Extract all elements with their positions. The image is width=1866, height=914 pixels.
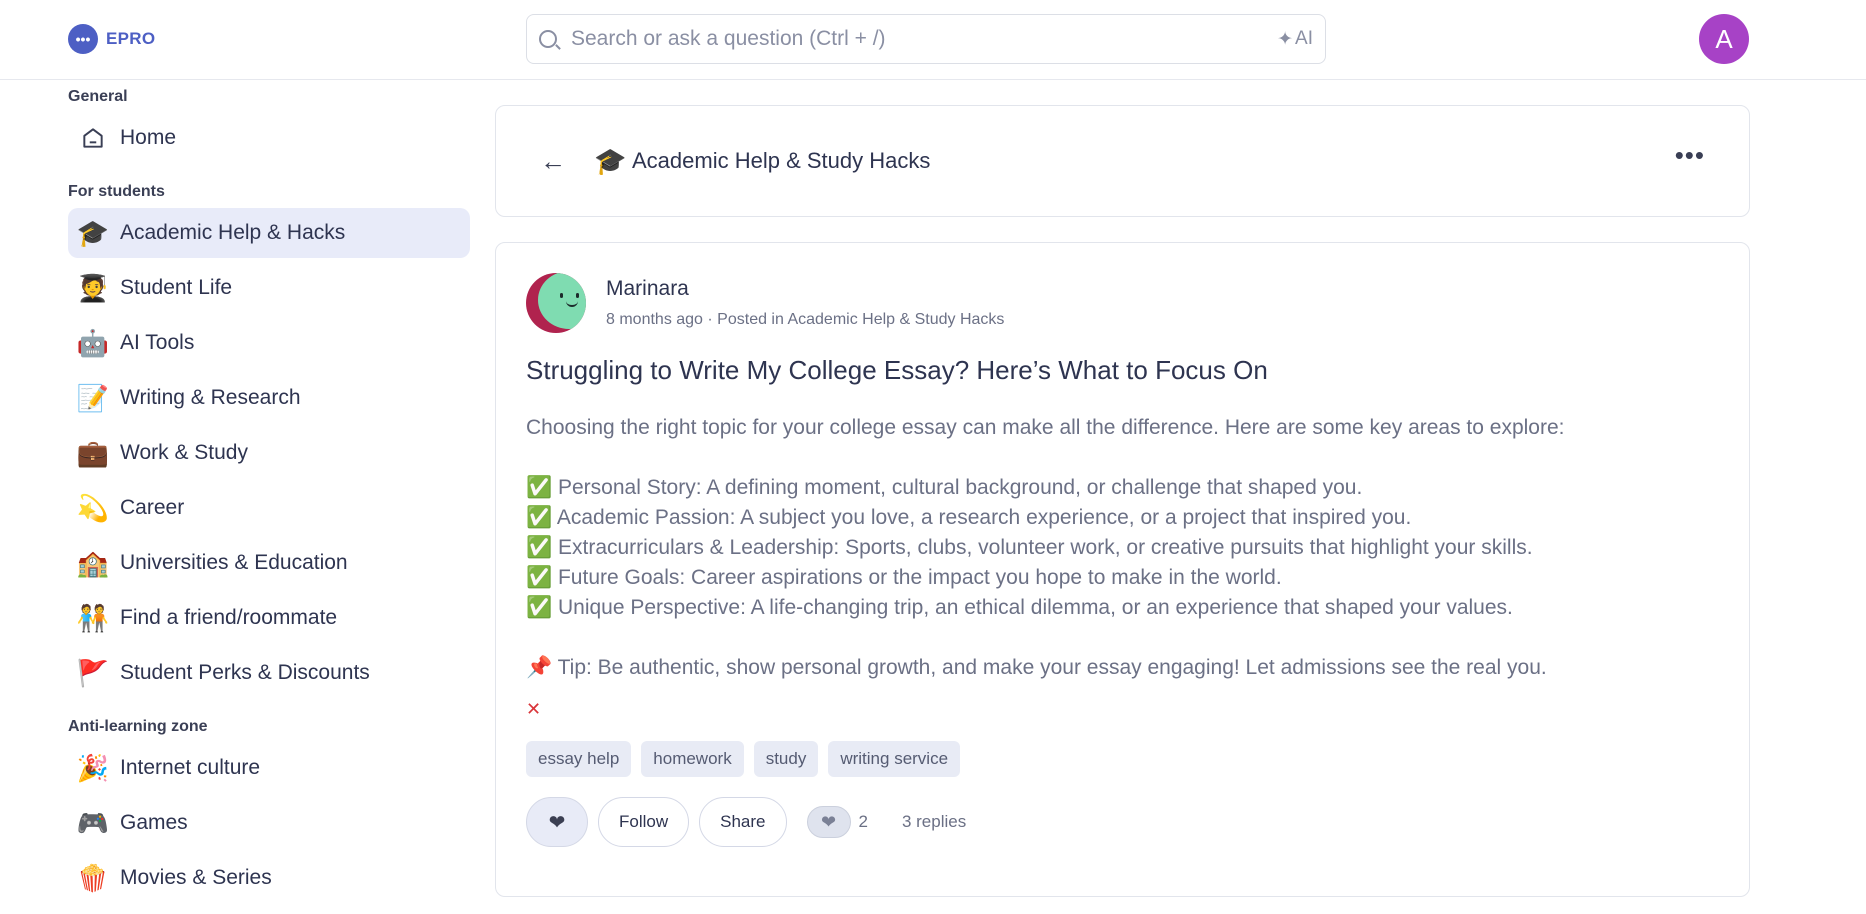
tag-writing-service[interactable]: writing service bbox=[828, 741, 961, 777]
reaction-summary[interactable]: ❤ 2 bbox=[806, 806, 868, 838]
graduation-cap-icon: 🎓 bbox=[76, 218, 110, 248]
sidebar-item-label: Career bbox=[120, 496, 185, 519]
section-title-for-students: For students bbox=[68, 183, 165, 200]
close-icon[interactable]: ✕ bbox=[526, 699, 541, 720]
chat-bubble-icon: ••• bbox=[68, 24, 98, 54]
sidebar-item-academic-help[interactable]: 🎓 Academic Help & Hacks bbox=[68, 208, 470, 258]
tag-homework[interactable]: homework bbox=[641, 741, 744, 777]
sidebar-item-perks-discounts[interactable]: 🚩 Student Perks & Discounts bbox=[68, 648, 470, 698]
post-body: Choosing the right topic for your colleg… bbox=[526, 413, 1716, 683]
back-arrow-icon[interactable]: ← bbox=[540, 146, 566, 177]
party-popper-icon: 🎉 bbox=[76, 753, 110, 783]
ai-label: AI bbox=[1295, 28, 1313, 49]
post-point: ✅ Academic Passion: A subject you love, … bbox=[526, 506, 1412, 529]
post-intro: Choosing the right topic for your colleg… bbox=[526, 416, 1565, 439]
post-point: ✅ Extracurriculars & Leadership: Sports,… bbox=[526, 536, 1533, 559]
post-tip: 📌 Tip: Be authentic, show personal growt… bbox=[526, 656, 1547, 679]
sidebar-item-internet-culture[interactable]: 🎉 Internet culture bbox=[68, 743, 470, 793]
sidebar-item-label: Home bbox=[120, 126, 177, 149]
post-title: Struggling to Write My College Essay? He… bbox=[526, 355, 1268, 385]
replies-count[interactable]: 3 replies bbox=[902, 812, 966, 832]
sidebar-item-movies-series[interactable]: 🍿 Movies & Series bbox=[68, 853, 470, 903]
app-name: EPRO bbox=[106, 29, 156, 48]
avatar-eye bbox=[576, 293, 579, 298]
sidebar-item-student-life[interactable]: 🧑‍🎓 Student Life bbox=[68, 263, 470, 313]
post-card: Marinara 8 months ago · Posted in Academ… bbox=[495, 242, 1750, 897]
follow-button[interactable]: Follow bbox=[598, 797, 690, 847]
like-count: 2 bbox=[858, 812, 868, 831]
search-bar[interactable]: ✦ AI bbox=[526, 14, 1326, 64]
robot-icon: 🤖 bbox=[76, 328, 110, 358]
search-input[interactable] bbox=[571, 27, 1278, 51]
sidebar-item-label: Games bbox=[120, 811, 188, 834]
sidebar-item-label: Student Perks & Discounts bbox=[120, 661, 370, 684]
sidebar-item-label: Movies & Series bbox=[120, 866, 272, 889]
top-bar: ••• EPRO ✦ AI A bbox=[0, 0, 1866, 80]
heart-icon: ❤ bbox=[806, 806, 851, 838]
post-point: ✅ Future Goals: Career aspirations or th… bbox=[526, 566, 1282, 589]
sidebar-item-writing-research[interactable]: 📝 Writing & Research bbox=[68, 373, 470, 423]
sidebar-item-label: Internet culture bbox=[120, 756, 261, 779]
sidebar-item-home[interactable]: Home bbox=[68, 113, 470, 163]
sidebar-item-label: Work & Study bbox=[120, 441, 248, 464]
sidebar-item-label: Universities & Education bbox=[120, 551, 348, 574]
ai-button[interactable]: ✦ AI bbox=[1277, 28, 1313, 51]
popcorn-icon: 🍿 bbox=[76, 863, 110, 893]
post-point: ✅ Unique Perspective: A life-changing tr… bbox=[526, 596, 1513, 619]
sparkle-icon: ✦ bbox=[1277, 28, 1294, 50]
like-button[interactable]: ❤ bbox=[526, 797, 588, 847]
sidebar-item-games[interactable]: 🎮 Games bbox=[68, 798, 470, 848]
sidebar-item-label: AI Tools bbox=[120, 331, 195, 354]
memo-icon: 📝 bbox=[76, 383, 110, 413]
section-title-anti-learning: Anti-learning zone bbox=[68, 718, 208, 735]
author-avatar[interactable] bbox=[526, 273, 586, 333]
red-flag-icon: 🚩 bbox=[76, 658, 110, 688]
post-point: ✅ Personal Story: A defining moment, cul… bbox=[526, 476, 1363, 499]
home-icon bbox=[76, 125, 110, 151]
share-button[interactable]: Share bbox=[699, 797, 787, 847]
user-avatar[interactable]: A bbox=[1699, 14, 1749, 64]
sidebar-item-label: Student Life bbox=[120, 276, 233, 299]
avatar-eye bbox=[560, 293, 563, 298]
people-holding-hands-icon: 🧑‍🤝‍🧑 bbox=[76, 603, 110, 633]
sidebar-item-ai-tools[interactable]: 🤖 AI Tools bbox=[68, 318, 470, 368]
channel-header: ← 🎓 Academic Help & Study Hacks ••• bbox=[495, 105, 1750, 217]
sidebar: General Home For students 🎓 Academic Hel… bbox=[68, 80, 470, 908]
channel-title: Academic Help & Study Hacks bbox=[632, 148, 931, 173]
post-actions: ❤ Follow Share ❤ 2 3 replies bbox=[526, 797, 966, 847]
game-controller-icon: 🎮 bbox=[76, 808, 110, 838]
tag-study[interactable]: study bbox=[753, 741, 819, 777]
heart-icon: ❤ bbox=[548, 811, 566, 834]
tag-essay-help[interactable]: essay help bbox=[526, 741, 632, 777]
sidebar-item-career[interactable]: 💫 Career bbox=[68, 483, 470, 533]
sidebar-item-work-study[interactable]: 💼 Work & Study bbox=[68, 428, 470, 478]
briefcase-icon: 💼 bbox=[76, 438, 110, 468]
tag-list: essay help homework study writing servic… bbox=[526, 741, 961, 777]
avatar-face bbox=[538, 273, 586, 329]
student-icon: 🧑‍🎓 bbox=[76, 273, 110, 303]
graduation-cap-icon: 🎓 bbox=[594, 146, 627, 176]
avatar-mouth bbox=[566, 301, 578, 307]
sidebar-item-label: Academic Help & Hacks bbox=[120, 221, 346, 244]
more-options-icon[interactable]: ••• bbox=[1675, 140, 1705, 171]
post-author[interactable]: Marinara bbox=[606, 277, 689, 301]
sidebar-item-universities[interactable]: 🏫 Universities & Education bbox=[68, 538, 470, 588]
sidebar-item-find-friend[interactable]: 🧑‍🤝‍🧑 Find a friend/roommate bbox=[68, 593, 470, 643]
sidebar-item-label: Writing & Research bbox=[120, 386, 301, 409]
post-meta: 8 months ago · Posted in Academic Help &… bbox=[606, 311, 1005, 328]
sidebar-item-label: Find a friend/roommate bbox=[120, 606, 338, 629]
school-icon: 🏫 bbox=[76, 548, 110, 578]
app-logo[interactable]: ••• EPRO bbox=[68, 24, 155, 54]
dizzy-star-icon: 💫 bbox=[76, 493, 110, 523]
section-title-general: General bbox=[68, 88, 128, 105]
search-icon bbox=[539, 30, 557, 48]
